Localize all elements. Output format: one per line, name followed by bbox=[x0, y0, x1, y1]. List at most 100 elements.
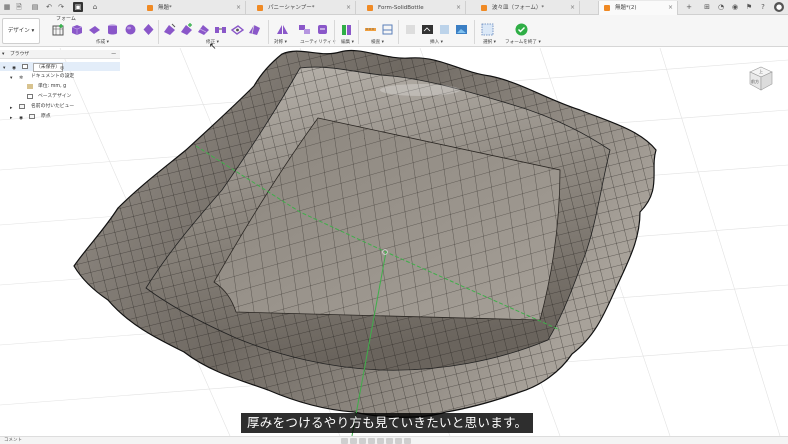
expand-arrow-icon[interactable]: ▾ bbox=[10, 74, 16, 81]
folder-icon bbox=[19, 104, 25, 109]
group-symmetry-label[interactable]: 対称 ▾ bbox=[274, 39, 287, 45]
measure-icon[interactable] bbox=[364, 23, 377, 36]
tab-shampoo[interactable]: パニーシャンプー* × bbox=[252, 1, 356, 15]
viewcube-front-label: 前方 bbox=[751, 78, 759, 84]
convert-icon[interactable] bbox=[316, 23, 329, 36]
toolbar-divider bbox=[398, 20, 399, 44]
job-status-icon[interactable]: ◔ bbox=[716, 2, 726, 12]
group-edit-label[interactable]: 編集 ▾ bbox=[341, 39, 354, 45]
bottom-bar: コメント bbox=[0, 436, 788, 444]
edit-form-icon[interactable] bbox=[163, 23, 176, 36]
tab-form[interactable]: フォーム bbox=[56, 15, 76, 22]
user-avatar[interactable]: ● bbox=[774, 2, 784, 12]
cylinder-icon[interactable] bbox=[106, 23, 119, 36]
tab-untitled-1[interactable]: 無題* × bbox=[142, 1, 246, 15]
crease-icon[interactable] bbox=[248, 23, 261, 36]
group-inspect-label[interactable]: 検査 ▾ bbox=[371, 39, 384, 45]
undo-icon[interactable]: ↶ bbox=[44, 2, 54, 12]
minimize-panel-icon[interactable]: — bbox=[111, 50, 116, 59]
edit-body-icon[interactable] bbox=[340, 23, 353, 36]
insert-mesh-icon[interactable] bbox=[404, 23, 417, 36]
browser-header[interactable]: ▾ ブラウザ — bbox=[0, 50, 120, 59]
group-select-label[interactable]: 選択 ▾ bbox=[483, 39, 496, 45]
look-at-icon[interactable] bbox=[350, 438, 357, 444]
folder-icon bbox=[29, 114, 35, 119]
comments-label[interactable]: コメント bbox=[4, 437, 22, 444]
group-insert-label[interactable]: 挿入 ▾ bbox=[430, 39, 443, 45]
close-icon[interactable]: × bbox=[668, 1, 673, 15]
grid-menu-icon[interactable]: ▦ bbox=[2, 2, 12, 12]
notifications-icon[interactable]: ◉ bbox=[730, 2, 740, 12]
group-utilities-label[interactable]: ユーティリティ ▾ bbox=[300, 39, 335, 45]
toolbar-divider bbox=[474, 20, 475, 44]
specular-highlight bbox=[380, 84, 460, 96]
display-settings-icon[interactable] bbox=[386, 438, 393, 444]
help-icon[interactable]: ? bbox=[758, 2, 768, 12]
expand-arrow-icon[interactable]: ▸ bbox=[10, 104, 16, 111]
orbit-icon[interactable] bbox=[341, 438, 348, 444]
sphere-icon[interactable] bbox=[124, 23, 137, 36]
navigation-bar bbox=[340, 437, 412, 444]
eye-icon[interactable]: ◉ bbox=[12, 64, 18, 71]
subdivide-icon[interactable] bbox=[197, 23, 210, 36]
viewports-icon[interactable] bbox=[404, 438, 411, 444]
group-create-label[interactable]: 作成 ▾ bbox=[96, 39, 109, 45]
group-finish-form-label[interactable]: フォームを終了 ▾ bbox=[505, 39, 541, 45]
tab-untitled-2[interactable]: 無題*(2) × bbox=[598, 1, 678, 15]
component-icon bbox=[22, 64, 28, 69]
design-doc-icon bbox=[604, 5, 610, 11]
tab-wave-dish[interactable]: 波々皿（フォーム）* × bbox=[476, 1, 580, 15]
plane-icon[interactable] bbox=[88, 23, 101, 36]
repair-body-icon[interactable] bbox=[298, 23, 311, 36]
mouse-cursor-icon: ↖ bbox=[209, 42, 217, 52]
radio-icon[interactable]: ◎ bbox=[60, 64, 66, 71]
insert-canvas-icon[interactable] bbox=[421, 23, 434, 36]
document-icon bbox=[27, 84, 33, 89]
finish-form-icon[interactable] bbox=[515, 23, 528, 36]
ribbon-toolbar: デザイン ▾ フォーム 作成 ▾ 修正 ▾ 対称 ▾ ユーティリティ ▾ 編集 … bbox=[0, 15, 788, 47]
file-menu-icon[interactable]: 🗎 bbox=[14, 2, 24, 12]
pan-icon[interactable] bbox=[359, 438, 366, 444]
title-bar: ▦ 🗎 ▤ ↶ ↷ ▣ ⌂ 無題* × パニーシャンプー* × Form-Solid… bbox=[0, 0, 788, 15]
box-icon[interactable] bbox=[70, 23, 83, 36]
fit-icon[interactable] bbox=[377, 438, 384, 444]
toolbar-divider bbox=[334, 20, 335, 44]
insert-svg-icon[interactable] bbox=[438, 23, 451, 36]
home-icon[interactable]: ⌂ bbox=[90, 2, 100, 12]
expand-arrow-icon[interactable]: ▸ bbox=[10, 114, 16, 121]
redo-icon[interactable]: ↷ bbox=[56, 2, 66, 12]
select-icon[interactable] bbox=[481, 23, 494, 36]
decal-icon[interactable] bbox=[455, 23, 468, 36]
close-icon[interactable]: × bbox=[570, 1, 575, 15]
mirror-symmetry-icon[interactable] bbox=[276, 23, 289, 36]
fill-hole-icon[interactable] bbox=[231, 23, 244, 36]
close-icon[interactable]: × bbox=[236, 1, 241, 15]
expand-arrow-icon[interactable]: ▾ bbox=[3, 64, 9, 71]
close-icon[interactable]: × bbox=[456, 1, 461, 15]
browser-item-root[interactable]: ▾ ◉ （未保存） ◎ bbox=[0, 62, 120, 72]
eye-icon[interactable]: ◉ bbox=[19, 114, 25, 121]
viewcube-top-label: 上 bbox=[759, 68, 763, 74]
view-cube[interactable]: 上 前方 bbox=[745, 62, 775, 92]
torus-icon[interactable] bbox=[142, 23, 155, 36]
design-doc-icon bbox=[257, 5, 263, 11]
save-icon[interactable]: ▤ bbox=[30, 2, 40, 12]
gear-icon: ✲ bbox=[19, 76, 24, 81]
bridge-icon[interactable] bbox=[214, 23, 227, 36]
grid-settings-icon[interactable] bbox=[395, 438, 402, 444]
fusion-logo-icon: ▣ bbox=[73, 2, 83, 12]
bell-icon[interactable]: ⚑ bbox=[744, 2, 754, 12]
close-icon[interactable]: × bbox=[346, 1, 351, 15]
insert-edge-icon[interactable] bbox=[180, 23, 193, 36]
create-form-sketch-icon[interactable] bbox=[52, 23, 65, 36]
collapse-icon[interactable]: ▾ bbox=[2, 50, 4, 59]
section-analysis-icon[interactable] bbox=[381, 23, 394, 36]
tab-form-solid-bottle[interactable]: Form-SolidBottle × bbox=[362, 1, 466, 15]
design-doc-icon bbox=[147, 5, 153, 11]
new-tab-icon[interactable]: + bbox=[684, 2, 694, 12]
zoom-icon[interactable] bbox=[368, 438, 375, 444]
browser-panel: ▾ ブラウザ — ▾ ◉ （未保存） ◎ ▾ ✲ ドキュメントの設定 単位: m… bbox=[0, 48, 120, 126]
design-doc-icon bbox=[367, 5, 373, 11]
workspace-switcher[interactable]: デザイン ▾ bbox=[2, 18, 40, 44]
extensions-icon[interactable]: ⊞ bbox=[702, 2, 712, 12]
